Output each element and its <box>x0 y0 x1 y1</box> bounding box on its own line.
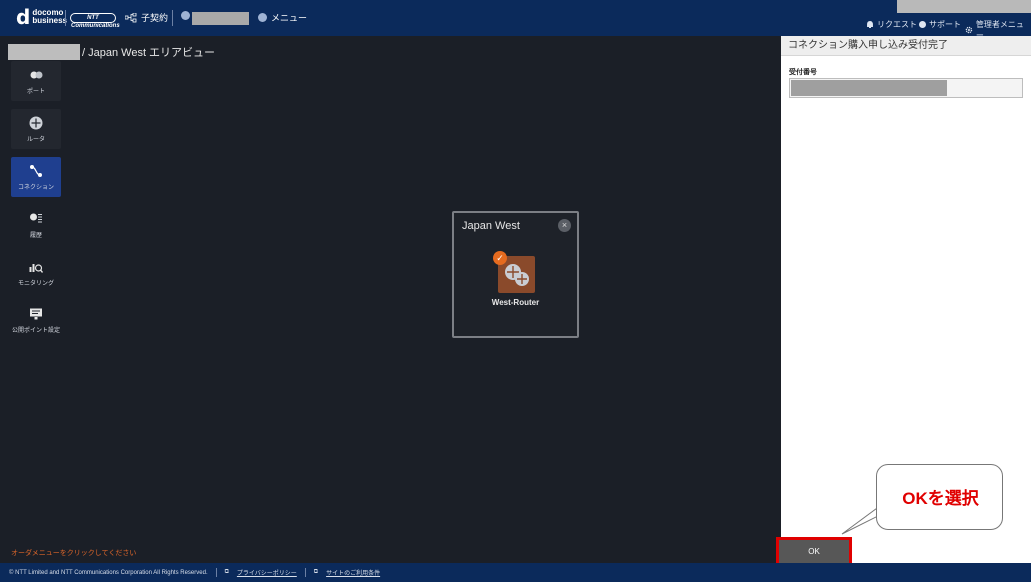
masked-reception-number <box>791 80 947 96</box>
chevron-down-icon <box>258 13 267 22</box>
account-selector[interactable] <box>181 11 190 20</box>
menu-label: メニュー <box>271 13 308 23</box>
ok-button[interactable]: OK <box>776 537 852 566</box>
close-icon[interactable]: × <box>558 219 571 232</box>
masked-user-info <box>897 0 1031 13</box>
header-divider <box>172 10 173 26</box>
dialog-title: Japan West <box>462 220 520 232</box>
router-icon <box>29 116 43 129</box>
connection-icon <box>30 164 42 177</box>
top-header: d docomo business NTT Communications 子契約… <box>0 0 1031 40</box>
breadcrumb: / Japan West エリアビュー <box>8 44 215 60</box>
external-link-icon: ⧉ <box>224 569 229 575</box>
sidebar-item-connection[interactable]: コネクション <box>11 157 61 197</box>
request-label: リクエスト <box>877 20 917 29</box>
sidebar-item-label: コネクション <box>17 184 54 191</box>
footer-divider <box>304 568 306 577</box>
external-link-icon: ⧉ <box>313 569 319 575</box>
support-link[interactable]: サポート <box>919 19 961 30</box>
docomo-business-logo[interactable]: d docomo business <box>16 7 68 27</box>
help-icon <box>919 21 926 28</box>
sub-contract-label: 子契約 <box>141 13 169 23</box>
sidebar-item-label: 公開ポイント設定 <box>11 327 60 334</box>
gear-icon <box>965 26 973 34</box>
reception-number-field[interactable] <box>789 78 1023 98</box>
support-label: サポート <box>929 20 961 29</box>
masked-account-name <box>192 12 249 25</box>
bell-icon <box>867 20 873 28</box>
privacy-policy-link[interactable]: プライバシーポリシー <box>237 568 297 577</box>
sidebar-item-public-point[interactable]: 公開ポイント設定 <box>11 300 61 340</box>
monitor-icon <box>30 308 42 319</box>
header-divider <box>65 10 66 26</box>
annotation-callout: OKを選択 <box>876 464 1003 530</box>
masked-breadcrumb-root[interactable] <box>8 44 80 60</box>
hierarchy-icon <box>125 12 137 22</box>
menu-button[interactable]: メニュー <box>258 11 307 24</box>
monitoring-icon <box>29 263 43 273</box>
order-menu-hint: オーダメニューをクリックしてください <box>11 550 137 557</box>
terms-link[interactable]: サイトのご利用条件 <box>326 568 380 577</box>
ntt-logo: NTT Communications <box>70 13 120 29</box>
panel-title: コネクション購入申し込み受付完了 <box>781 36 1031 56</box>
sidebar-item-monitoring[interactable]: モニタリング <box>11 253 61 293</box>
reception-number-label: 受付番号 <box>789 69 817 76</box>
sidebar-item-label: モニタリング <box>17 280 54 287</box>
logo-line2: business <box>32 16 68 25</box>
footer-divider <box>215 568 217 577</box>
sidebar-item-label: ルータ <box>26 136 45 143</box>
history-icon <box>30 213 42 222</box>
router-label: West-Router <box>491 298 540 307</box>
checkmark-icon: ✓ <box>493 251 507 265</box>
copyright-text: © NTT Limited and NTT Communications Cor… <box>9 569 208 576</box>
sidebar-item-router[interactable]: ルータ <box>11 109 61 149</box>
sidebar-item-label: ポート <box>26 88 45 95</box>
request-link[interactable]: リクエスト <box>866 19 917 30</box>
account-icon <box>181 11 190 20</box>
sub-contract-button[interactable]: 子契約 <box>125 11 168 24</box>
footer: © NTT Limited and NTT Communications Cor… <box>0 563 1031 582</box>
sidebar-item-label: 履歴 <box>29 232 42 239</box>
port-icon <box>30 71 43 78</box>
breadcrumb-current: / Japan West エリアビュー <box>82 47 216 59</box>
sidebar-item-history[interactable]: 履歴 <box>11 205 61 245</box>
annotation-text: OKを選択 <box>902 489 979 508</box>
area-dialog: Japan West × ✓ West-Router <box>452 211 579 338</box>
sidebar-item-port[interactable]: ポート <box>11 61 61 101</box>
